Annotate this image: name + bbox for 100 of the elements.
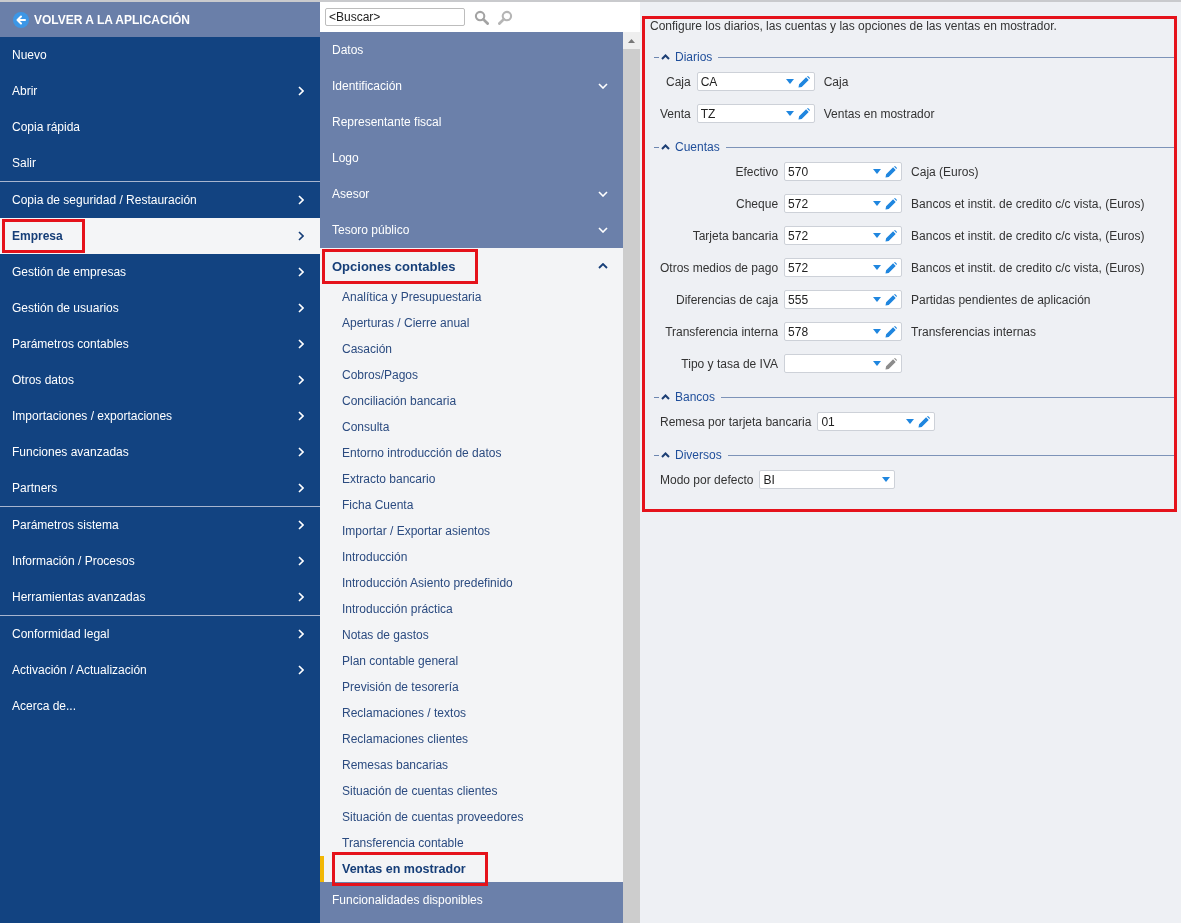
sidebar-item[interactable]: Abrir: [0, 73, 320, 109]
sidebar-item[interactable]: Nuevo: [0, 37, 320, 73]
submenu-item[interactable]: Reclamaciones clientes: [320, 726, 623, 752]
menu-item[interactable]: Asesor: [320, 176, 623, 212]
lookup-field[interactable]: 578: [784, 322, 903, 341]
dropdown-caret-icon[interactable]: [906, 419, 915, 424]
magnifier-icon[interactable]: [498, 9, 513, 25]
field-label: Caja: [666, 74, 691, 89]
submenu-item[interactable]: Entorno introducción de datos: [320, 440, 623, 466]
submenu-item[interactable]: Notas de gastos: [320, 622, 623, 648]
menu-item[interactable]: Identificación: [320, 68, 623, 104]
sidebar-item[interactable]: Copia de seguridad / Restauración: [0, 182, 320, 218]
sidebar-item[interactable]: Activación / Actualización: [0, 652, 320, 688]
pencil-icon[interactable]: [797, 75, 810, 88]
menu-item[interactable]: Tesoro público: [320, 212, 623, 248]
submenu-item[interactable]: Cobros/Pagos: [320, 362, 623, 388]
lookup-field[interactable]: [784, 354, 903, 373]
menu-item[interactable]: Logo: [320, 140, 623, 176]
sidebar-item[interactable]: Herramientas avanzadas: [0, 579, 320, 615]
submenu-item[interactable]: Extracto bancario: [320, 466, 623, 492]
dropdown-caret-icon[interactable]: [873, 265, 882, 270]
submenu-item[interactable]: Consulta: [320, 414, 623, 440]
dropdown-caret-icon[interactable]: [873, 201, 882, 206]
sidebar-item[interactable]: Gestión de usuarios: [0, 290, 320, 326]
lookup-field[interactable]: 555: [784, 290, 903, 309]
pencil-icon[interactable]: [885, 325, 898, 338]
sidebar-item[interactable]: Parámetros sistema: [0, 507, 320, 543]
lookup-field[interactable]: 572: [784, 258, 903, 277]
field-description: Bancos et instit. de credito c/c vista, (Euros): [911, 260, 1146, 275]
pencil-icon[interactable]: [797, 107, 810, 120]
caret-up-icon[interactable]: [661, 452, 670, 458]
sidebar-item[interactable]: Conformidad legal: [0, 616, 320, 652]
sidebar-item[interactable]: Copia rápida: [0, 109, 320, 145]
caret-up-icon[interactable]: [661, 394, 670, 400]
dropdown-caret-icon[interactable]: [785, 79, 794, 84]
select-field[interactable]: BI: [759, 470, 896, 489]
submenu-item[interactable]: Introducción Asiento predefinido: [320, 570, 623, 596]
sidebar-item[interactable]: Salir: [0, 145, 320, 181]
pencil-icon[interactable]: [885, 197, 898, 210]
field-description: Bancos et instit. de credito c/c vista, (Euros): [911, 228, 1146, 243]
sidebar-item[interactable]: Información / Procesos: [0, 543, 320, 579]
submenu-item[interactable]: Remesas bancarias: [320, 752, 623, 778]
scroll-up-button[interactable]: [623, 32, 640, 49]
sidebar-item[interactable]: Gestión de empresas: [0, 254, 320, 290]
pencil-icon[interactable]: [885, 165, 898, 178]
submenu-item[interactable]: Conciliación bancaria: [320, 388, 623, 414]
submenu-item[interactable]: Transferencia contable: [320, 830, 623, 856]
sidebar-item[interactable]: Acerca de...: [0, 688, 320, 724]
field-label: Cheque: [736, 196, 779, 211]
lookup-field[interactable]: 570: [784, 162, 903, 181]
dropdown-caret-icon[interactable]: [873, 329, 882, 334]
submenu-item[interactable]: Aperturas / Cierre anual: [320, 310, 623, 336]
menu-item[interactable]: Representante fiscal: [320, 104, 623, 140]
sidebar-item[interactable]: Otros datos: [0, 362, 320, 398]
pencil-icon[interactable]: [885, 261, 898, 274]
submenu-item[interactable]: Ventas en mostrador: [320, 856, 623, 882]
pencil-icon[interactable]: [885, 357, 898, 370]
field-label: Venta: [660, 106, 691, 121]
dropdown-caret-icon[interactable]: [873, 297, 882, 302]
search-field[interactable]: <Buscar>: [325, 8, 465, 26]
dropdown-caret-icon[interactable]: [873, 233, 882, 238]
submenu-item[interactable]: Casación: [320, 336, 623, 362]
lookup-field[interactable]: CA: [696, 72, 815, 91]
lookup-field[interactable]: 01: [817, 412, 936, 431]
scrollbar[interactable]: [623, 32, 640, 923]
up-triangle-icon: [628, 38, 635, 43]
dropdown-caret-icon[interactable]: [873, 361, 882, 366]
submenu-item[interactable]: Importar / Exportar asientos: [320, 518, 623, 544]
submenu-item[interactable]: Plan contable general: [320, 648, 623, 674]
menu-item[interactable]: Opciones contables: [320, 248, 623, 284]
pencil-icon[interactable]: [918, 415, 931, 428]
submenu-item[interactable]: Introducción práctica: [320, 596, 623, 622]
sidebar-item[interactable]: Parámetros contables: [0, 326, 320, 362]
menu-item[interactable]: Funcionalidades disponibles: [320, 882, 623, 918]
submenu-item[interactable]: Previsión de tesorería: [320, 674, 623, 700]
menu-item[interactable]: Datos: [320, 32, 623, 68]
submenu-item[interactable]: Ficha Cuenta: [320, 492, 623, 518]
intro-text: Configure los diarios, las cuentas y las opciones de las ventas en mostrador.: [650, 19, 1058, 33]
sidebar-item[interactable]: Importaciones / exportaciones: [0, 398, 320, 434]
sidebar-item[interactable]: Empresa: [0, 218, 320, 254]
sidebar-item[interactable]: Partners: [0, 470, 320, 506]
submenu-item[interactable]: Analítica y Presupuestaria: [320, 284, 623, 310]
submenu-item[interactable]: Reclamaciones / textos: [320, 700, 623, 726]
caret-up-icon[interactable]: [661, 144, 670, 150]
dropdown-caret-icon[interactable]: [873, 169, 882, 174]
submenu-item[interactable]: Introducción: [320, 544, 623, 570]
back-button[interactable]: VOLVER A LA APLICACIÓN: [0, 2, 320, 37]
pencil-icon[interactable]: [885, 293, 898, 306]
dropdown-caret-icon[interactable]: [785, 111, 794, 116]
search-icon[interactable]: [474, 9, 489, 25]
pencil-icon[interactable]: [885, 229, 898, 242]
lookup-field[interactable]: 572: [784, 226, 903, 245]
lookup-field[interactable]: 572: [784, 194, 903, 213]
submenu-item[interactable]: Situación de cuentas proveedores: [320, 804, 623, 830]
lookup-field[interactable]: TZ: [696, 104, 815, 123]
field-label: Transferencia interna: [665, 324, 779, 339]
dropdown-caret-icon[interactable]: [882, 477, 891, 482]
caret-up-icon[interactable]: [661, 54, 670, 60]
sidebar-item[interactable]: Funciones avanzadas: [0, 434, 320, 470]
submenu-item[interactable]: Situación de cuentas clientes: [320, 778, 623, 804]
